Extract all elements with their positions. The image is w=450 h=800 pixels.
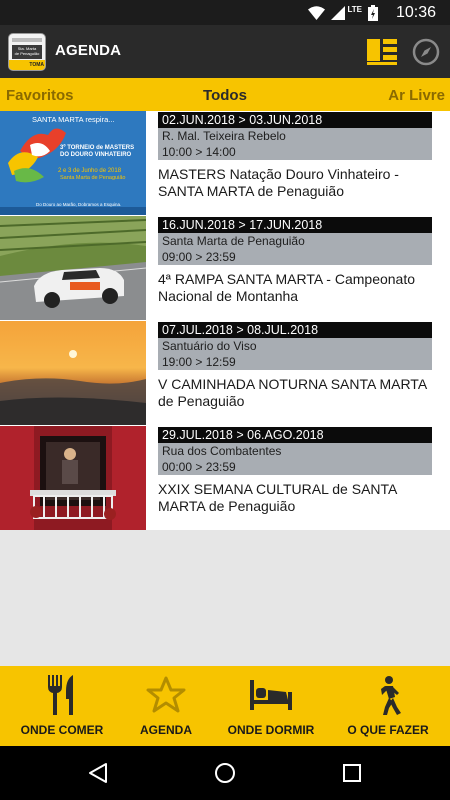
recents-button[interactable]: [340, 761, 364, 785]
event-location: Rua dos Combatentes: [162, 444, 282, 458]
home-button[interactable]: [213, 761, 237, 785]
event-info: Santa Marta de Penaguião 09:00 > 23:59: [158, 233, 432, 265]
logo-line-2: de Penaguião: [14, 50, 40, 56]
network-type: LTE: [347, 5, 362, 14]
tab-favoritos[interactable]: Favoritos: [6, 87, 74, 104]
event-location: R. Mal. Teixeira Rebelo: [162, 129, 286, 143]
event-name: V CAMINHADA NOTURNA SANTA MARTA de Penag…: [158, 376, 427, 409]
hiker-icon: [381, 676, 401, 715]
home-icon: [215, 763, 235, 783]
status-bar: LTE 10:36: [0, 0, 450, 25]
nav-label: AGENDA: [139, 723, 192, 737]
nav-label: ONDE DORMIR: [227, 723, 315, 737]
event-name: MASTERS Natação Douro Vinhateiro - SANTA…: [158, 166, 399, 199]
bed-icon: [250, 680, 292, 710]
page-title: AGENDA: [55, 42, 122, 59]
poster-line-1: SANTA MARTA respira...: [32, 115, 115, 124]
event-date: 16.JUN.2018 > 17.JUN.2018: [158, 217, 432, 233]
nav-onde-comer[interactable]: ONDE COMER: [6, 666, 118, 746]
back-button[interactable]: [86, 761, 110, 785]
event-thumbnail: [0, 426, 146, 530]
event-info: Rua dos Combatentes 00:00 > 23:59: [158, 443, 432, 475]
nav-label: ONDE COMER: [20, 723, 104, 737]
event-time: 09:00 > 23:59: [162, 250, 236, 264]
battery-icon: [368, 4, 378, 21]
event-time: 10:00 > 14:00: [162, 145, 236, 159]
poster-line-2: 3º TORNEIO de MASTERS: [60, 145, 134, 151]
fork-knife-icon: [48, 675, 73, 715]
nav-label: O QUE FAZER: [347, 723, 429, 737]
event-thumbnail: [0, 321, 146, 425]
event-item[interactable]: 16.JUN.2018 > 17.JUN.2018 Santa Marta de…: [0, 216, 450, 320]
compass-button[interactable]: [412, 38, 440, 66]
event-date: 02.JUN.2018 > 03.JUN.2018: [158, 112, 432, 128]
event-location: Santuário do Viso: [162, 339, 257, 353]
back-icon: [89, 763, 107, 783]
event-info: Santuário do Viso 19:00 > 12:59: [158, 338, 432, 370]
wifi-icon: [308, 5, 326, 20]
list-view-button[interactable]: [366, 38, 398, 66]
event-time: 19:00 > 12:59: [162, 355, 236, 369]
event-name: XXIX SEMANA CULTURAL de SANTA MARTA de P…: [158, 481, 397, 514]
event-time: 00:00 > 23:59: [162, 460, 236, 474]
event-item[interactable]: SANTA MARTA respira... 3º TORNEIO de MAS…: [0, 111, 450, 215]
event-thumbnail: SANTA MARTA respira... 3º TORNEIO de MAS…: [0, 111, 146, 215]
poster-line-4: 2 e 3 de Junho de 2018: [58, 168, 122, 174]
nav-o-que-fazer[interactable]: O QUE FAZER: [332, 666, 444, 746]
bottom-nav: ONDE COMER AGENDA ONDE DORMIR O QUE FAZE…: [0, 666, 450, 746]
event-item[interactable]: 07.JUL.2018 > 08.JUL.2018 Santuário do V…: [0, 321, 450, 425]
signal-icon: [331, 5, 346, 20]
event-info: R. Mal. Teixeira Rebelo 10:00 > 14:00: [158, 128, 432, 160]
status-clock: 10:36: [395, 4, 436, 21]
star-icon: [146, 676, 186, 713]
event-name: 4ª RAMPA SANTA MARTA - Campeonato Nacion…: [158, 271, 416, 304]
filter-tabs: Todos Favoritos Ar Livre: [0, 78, 450, 111]
recents-icon: [343, 764, 361, 782]
compass-icon: [412, 38, 440, 66]
event-date: 29.JUL.2018 > 06.AGO.2018: [158, 427, 432, 443]
event-list: SANTA MARTA respira... 3º TORNEIO de MAS…: [0, 111, 450, 530]
status-icons: LTE: [308, 4, 378, 21]
tab-ar-livre[interactable]: Ar Livre: [388, 87, 445, 104]
poster-line-5: Santa Marta de Penaguião: [60, 175, 125, 181]
app-logo: Sta. Marta de Penaguião TOMA: [8, 33, 46, 71]
logo-band: TOMA: [9, 60, 45, 70]
nav-agenda[interactable]: AGENDA: [110, 666, 222, 746]
event-location: Santa Marta de Penaguião: [162, 234, 305, 248]
system-nav-bar: [0, 746, 450, 800]
poster-footer: Do Douro ao Marão, Dobramos a Esquina.: [36, 202, 121, 207]
event-item[interactable]: 29.JUL.2018 > 06.AGO.2018 Rua dos Combat…: [0, 426, 450, 530]
poster-line-3: DO DOURO VINHATEIRO: [60, 152, 132, 158]
event-thumbnail: [0, 216, 146, 320]
app-bar: Sta. Marta de Penaguião TOMA AGENDA: [0, 25, 450, 78]
list-view-icon: [367, 39, 397, 65]
nav-onde-dormir[interactable]: ONDE DORMIR: [215, 666, 327, 746]
event-date: 07.JUL.2018 > 08.JUL.2018: [158, 322, 432, 338]
